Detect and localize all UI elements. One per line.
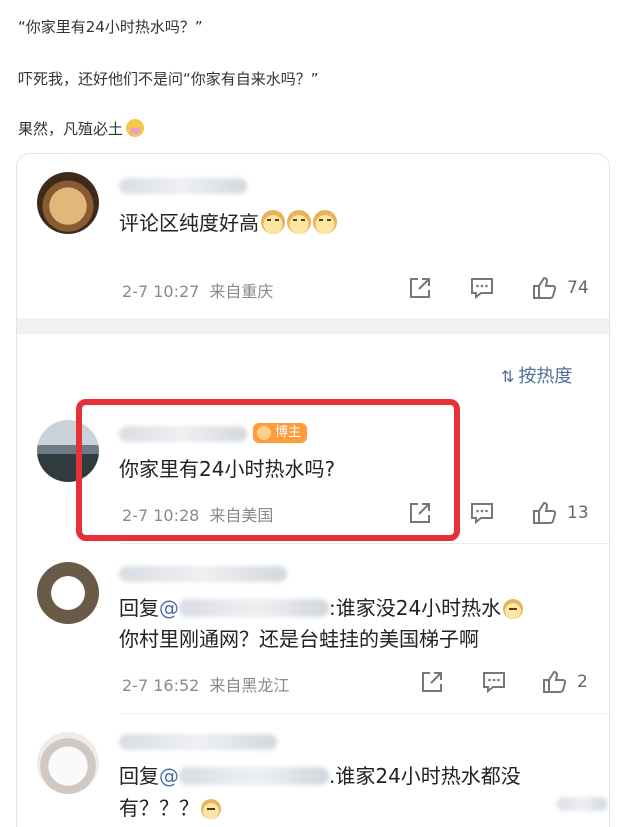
comment-text-line-2: 有？？？ (119, 794, 221, 822)
blurred-mention[interactable] (179, 599, 329, 617)
section-divider (17, 318, 609, 334)
divider (121, 713, 609, 714)
doge-emoji-icon (287, 210, 311, 234)
mention-link[interactable]: @ (159, 596, 179, 620)
blurred-mention[interactable] (179, 767, 329, 785)
reply-prefix: 回复 (119, 596, 159, 620)
comment-card: 评论区纯度好高 2-7 10:27 来自重庆 74 ⇅ 按热度 博主 你家里有24小… (16, 153, 610, 827)
comment-text: 评论区纯度好高 (119, 209, 337, 237)
reply-text-2: 有？？？ (119, 796, 199, 820)
reply-text: :谁家没24小时热水 (329, 596, 502, 620)
share-icon[interactable] (419, 669, 445, 695)
comment-meta: 2-7 10:27 来自重庆 (122, 278, 273, 302)
comment-text-content: 评论区纯度好高 (119, 211, 259, 235)
comment-icon[interactable] (469, 500, 495, 526)
doge-emoji-icon (261, 210, 285, 234)
comment-text-line-1: 回复@ :谁家没24小时热水 (119, 594, 524, 622)
sort-by-hot-button[interactable]: ⇅ 按热度 (501, 362, 572, 388)
like-count: 74 (567, 278, 589, 298)
crying-emoji-icon (201, 799, 221, 819)
comment-text-line-1: 回复@ .谁家24小时热水都没 (119, 762, 521, 790)
comment-icon[interactable] (469, 275, 495, 301)
avatar[interactable] (37, 172, 99, 234)
comment-icon[interactable] (481, 669, 507, 695)
watermark-blur (557, 797, 607, 813)
reply-prefix: 回复 (119, 764, 159, 788)
sweat-emoji-icon (503, 599, 524, 619)
like-icon[interactable] (531, 275, 557, 301)
doge-emoji-icon (313, 210, 337, 234)
comment-meta: 2-7 16:52 来自黑龙江 (122, 672, 289, 696)
share-icon[interactable] (407, 275, 433, 301)
like-count: 13 (567, 503, 589, 523)
like-icon[interactable] (541, 669, 567, 695)
blurred-username[interactable] (119, 734, 277, 750)
highlight-box (76, 399, 460, 541)
post-line-3-text: 果然，凡殖必土 (18, 120, 124, 138)
comment-time: 2-7 16:52 (122, 676, 200, 695)
comment-location: 来自黑龙江 (209, 676, 290, 695)
sort-label: 按热度 (518, 366, 573, 387)
divider (121, 543, 609, 544)
blurred-username[interactable] (119, 566, 287, 582)
comment-time: 2-7 10:27 (122, 282, 200, 301)
avatar[interactable] (37, 732, 99, 794)
reply-text: .谁家24小时热水都没 (329, 764, 521, 788)
post-line-1: “你家里有24小时热水吗？” (18, 18, 203, 36)
avatar[interactable] (37, 562, 99, 624)
mention-link[interactable]: @ (159, 764, 179, 788)
blurred-username[interactable] (119, 178, 247, 194)
comment-text-line-2: 你村里刚通网？还是台蛙挂的美国梯子啊 (119, 627, 479, 651)
facepalm-emoji-icon (126, 119, 145, 137)
like-count: 2 (577, 672, 588, 692)
sort-icon: ⇅ (501, 367, 515, 386)
post-line-2: 吓死我，还好他们不是问“你家有自来水吗？” (18, 70, 319, 88)
like-icon[interactable] (531, 500, 557, 526)
post-line-3: 果然，凡殖必土 (18, 118, 145, 139)
comment-location: 来自重庆 (209, 282, 274, 301)
